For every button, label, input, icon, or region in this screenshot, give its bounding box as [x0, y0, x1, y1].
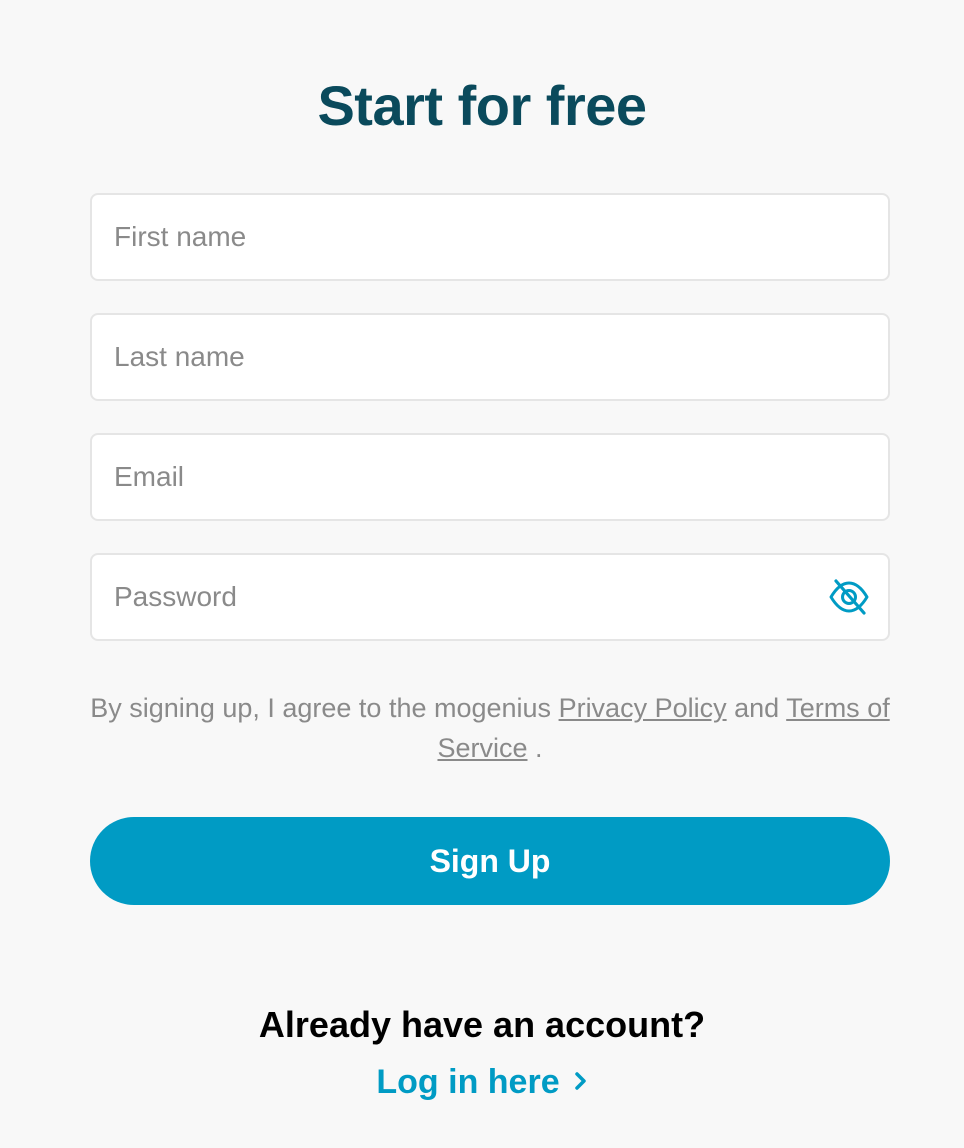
eye-off-icon[interactable]	[828, 577, 870, 617]
chevron-right-icon	[574, 1059, 588, 1103]
email-input[interactable]	[114, 435, 854, 519]
password-field[interactable]	[90, 553, 890, 641]
page-title: Start for free	[317, 74, 647, 137]
terms-notice: By signing up, I agree to the mogenius P…	[90, 688, 890, 768]
email-field[interactable]	[90, 433, 890, 521]
last-name-input[interactable]	[114, 315, 854, 399]
terms-conjunction: and	[726, 693, 787, 723]
login-link-row: Log in here	[0, 1060, 964, 1106]
terms-prefix: By signing up, I agree to the mogenius	[90, 693, 559, 723]
first-name-input[interactable]	[114, 195, 854, 279]
privacy-policy-link[interactable]: Privacy Policy	[559, 693, 727, 723]
password-input[interactable]	[114, 555, 854, 639]
log-in-here-link[interactable]: Log in here	[376, 1063, 587, 1101]
last-name-field[interactable]	[90, 313, 890, 401]
terms-suffix: .	[527, 733, 543, 763]
log-in-here-label: Log in here	[376, 1063, 560, 1101]
first-name-field[interactable]	[90, 193, 890, 281]
sign-up-button[interactable]: Sign Up	[90, 817, 890, 905]
account-question: Already have an account?	[258, 1004, 706, 1045]
